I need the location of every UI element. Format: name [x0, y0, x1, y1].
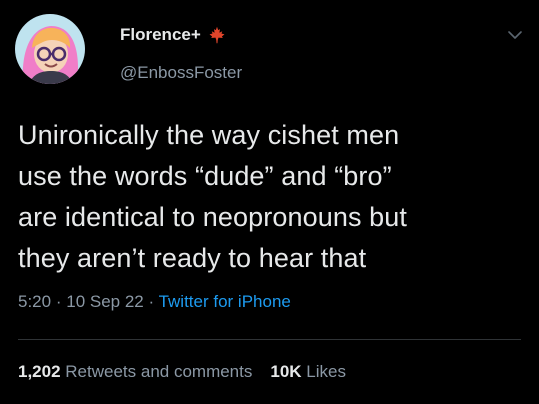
avatar[interactable] — [15, 14, 85, 84]
retweets-label: Retweets and comments — [65, 362, 253, 381]
retweets-stat[interactable]: 1,202 Retweets and comments — [18, 362, 252, 381]
meta-separator: · — [148, 292, 155, 311]
meta-separator: · — [55, 292, 62, 311]
likes-stat[interactable]: 10K Likes — [270, 362, 346, 381]
tweet-date[interactable]: 10 Sep 22 — [66, 292, 144, 311]
divider — [18, 339, 521, 340]
tweet-meta: 5:20 · 10 Sep 22 · Twitter for iPhone — [18, 291, 291, 313]
tweet-stats: 1,202 Retweets and comments 10K Likes — [18, 361, 346, 383]
handle[interactable]: @EnbossFoster — [120, 62, 242, 84]
tweet-text: Unironically the way cishet men use the … — [18, 120, 407, 273]
tweet-time[interactable]: 5:20 — [18, 292, 51, 311]
retweets-count: 1,202 — [18, 362, 61, 381]
likes-label: Likes — [306, 362, 346, 381]
author-name-row[interactable]: Florence+ — [120, 24, 226, 46]
tweet-source-link[interactable]: Twitter for iPhone — [159, 292, 291, 311]
likes-count: 10K — [270, 362, 302, 381]
chevron-down-icon[interactable] — [506, 26, 524, 44]
display-name[interactable]: Florence+ — [120, 24, 201, 46]
maple-leaf-icon — [208, 26, 226, 44]
